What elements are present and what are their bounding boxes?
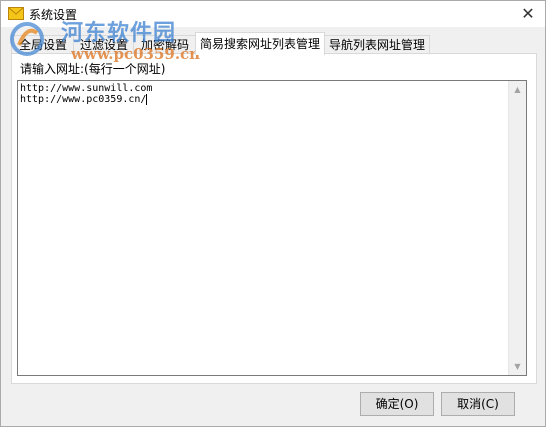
tab-panel: 请输入网址:(每行一个网址) http://www.sunwill.com htt…: [11, 53, 537, 384]
url-lines: http://www.sunwill.com http://www.pc0359.…: [20, 83, 152, 105]
settings-dialog: 系统设置 ✕ 全局设置 过滤设置 加密解码 简易搜索网址列表管理 导航列表网址管…: [0, 0, 546, 427]
title-bar[interactable]: 系统设置 ✕: [1, 1, 545, 27]
tab-filter-settings[interactable]: 过滤设置: [73, 35, 135, 54]
ok-button[interactable]: 确定(O): [360, 392, 434, 416]
close-button[interactable]: ✕: [517, 3, 539, 25]
url-input-label: 请输入网址:(每行一个网址): [20, 62, 166, 76]
tab-encrypt-decode[interactable]: 加密解码: [133, 35, 197, 54]
url-textarea[interactable]: http://www.sunwill.com http://www.pc0359.…: [17, 80, 527, 376]
vertical-scrollbar[interactable]: ▲ ▼: [508, 81, 526, 375]
url-line-with-caret: http://www.pc0359.cn/: [20, 94, 152, 105]
text-caret: [146, 94, 148, 105]
cancel-button[interactable]: 取消(C): [441, 392, 515, 416]
scroll-down-arrow-icon[interactable]: ▼: [509, 358, 526, 375]
tab-nav-url-list[interactable]: 导航列表网址管理: [324, 35, 430, 54]
url-line: http://www.pc0359.cn/: [20, 94, 147, 105]
scroll-up-arrow-icon[interactable]: ▲: [509, 81, 526, 98]
tab-global-settings[interactable]: 全局设置: [11, 35, 75, 54]
url-line: http://www.sunwill.com: [20, 83, 153, 94]
window-title: 系统设置: [29, 8, 78, 22]
envelope-icon: [8, 7, 24, 20]
tab-search-url-list[interactable]: 简易搜索网址列表管理: [195, 32, 325, 55]
